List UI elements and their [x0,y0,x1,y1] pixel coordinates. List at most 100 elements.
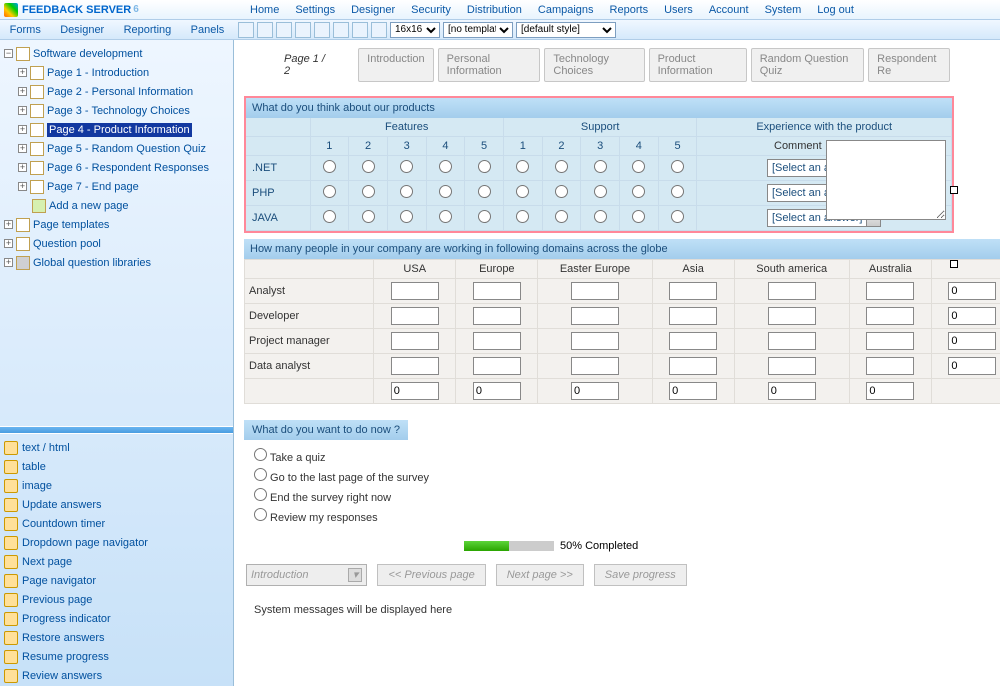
tree-root[interactable]: −Software development [4,44,229,63]
palette-previous-page[interactable]: Previous page [4,590,229,609]
q1-radio[interactable] [362,185,375,198]
q2-input[interactable] [768,282,816,300]
q1-radio[interactable] [323,185,336,198]
save-progress-button[interactable]: Save progress [594,564,687,586]
expand-icon[interactable]: + [18,87,27,96]
tool-expand-icon[interactable] [238,22,254,38]
tree-page-4[interactable]: +Page 4 - Product Information [4,120,229,139]
subnav-forms[interactable]: Forms [10,24,41,36]
q3-radio[interactable] [254,448,267,461]
q2-col-total[interactable] [768,382,816,400]
nav-security[interactable]: Security [411,4,451,16]
q2-row-total[interactable] [948,282,996,300]
q1-radio[interactable] [594,185,607,198]
palette-resume-progress[interactable]: Resume progress [4,647,229,666]
q1-radio[interactable] [478,160,491,173]
q1-radio[interactable] [671,210,684,223]
nav-users[interactable]: Users [664,4,693,16]
q2-col-total[interactable] [571,382,619,400]
tree-page-1[interactable]: +Page 1 - Introduction [4,63,229,82]
q1-radio[interactable] [362,160,375,173]
expand-icon[interactable]: + [18,144,27,153]
q3-radio[interactable] [254,468,267,481]
palette-table[interactable]: table [4,457,229,476]
q1-radio[interactable] [439,210,452,223]
q1-radio[interactable] [671,160,684,173]
q3-option[interactable]: Take a quiz [254,446,990,466]
palette-review-answers[interactable]: Review answers [4,666,229,685]
expand-icon[interactable]: + [4,258,13,267]
q1-radio[interactable] [516,185,529,198]
q2-col-total[interactable] [391,382,439,400]
tree-page-3[interactable]: +Page 3 - Technology Choices [4,101,229,120]
tree-libraries[interactable]: +Global question libraries [4,253,229,272]
q1-radio[interactable] [632,160,645,173]
next-page-button[interactable]: Next page >> [496,564,584,586]
zoom-select[interactable]: 16x16 [390,22,440,38]
tool-picture-icon[interactable] [314,22,330,38]
nav-campaigns[interactable]: Campaigns [538,4,594,16]
q1-radio[interactable] [400,160,413,173]
q2-input[interactable] [391,357,439,375]
q1-radio[interactable] [632,185,645,198]
tree-templates[interactable]: +Page templates [4,215,229,234]
page-tab[interactable]: Technology Choices [544,48,644,82]
q1-radio[interactable] [516,160,529,173]
panel-splitter[interactable] [0,426,233,434]
tree-page-5[interactable]: +Page 5 - Random Question Quiz [4,139,229,158]
resize-handle[interactable] [950,186,958,194]
subnav-panels[interactable]: Panels [191,24,225,36]
q1-radio[interactable] [555,185,568,198]
tree-page-6[interactable]: +Page 6 - Respondent Responses [4,158,229,177]
q2-col-total[interactable] [866,382,914,400]
q2-input[interactable] [473,357,521,375]
palette-page-navigator[interactable]: Page navigator [4,571,229,590]
palette-text-html[interactable]: text / html [4,438,229,457]
nav-home[interactable]: Home [250,4,279,16]
resize-handle[interactable] [950,260,958,268]
q2-input[interactable] [669,282,717,300]
tool-copy-icon[interactable] [276,22,292,38]
expand-icon[interactable]: + [4,239,13,248]
tool-save-icon[interactable] [257,22,273,38]
q2-input[interactable] [391,332,439,350]
expand-icon[interactable]: + [18,68,27,77]
nav-account[interactable]: Account [709,4,749,16]
q2-col-total[interactable] [669,382,717,400]
q2-input[interactable] [768,307,816,325]
q2-col-total[interactable] [473,382,521,400]
tree-page-2[interactable]: +Page 2 - Personal Information [4,82,229,101]
q3-option[interactable]: End the survey right now [254,486,990,506]
tool-grid-icon[interactable] [295,22,311,38]
style-select[interactable]: [default style] [516,22,616,38]
collapse-icon[interactable]: − [4,49,13,58]
tool-refresh-icon[interactable] [352,22,368,38]
q1-radio[interactable] [323,160,336,173]
q2-input[interactable] [866,282,914,300]
palette-next-page[interactable]: Next page [4,552,229,571]
subnav-designer[interactable]: Designer [60,24,104,36]
q2-input[interactable] [571,332,619,350]
page-tab[interactable]: Introduction [358,48,433,82]
subnav-reporting[interactable]: Reporting [124,24,172,36]
q2-input[interactable] [473,307,521,325]
q1-radio[interactable] [400,185,413,198]
q2-input[interactable] [669,307,717,325]
page-tab[interactable]: Respondent Re [868,48,950,82]
q1-radio[interactable] [362,210,375,223]
q1-radio[interactable] [671,185,684,198]
q1-radio[interactable] [478,185,491,198]
q2-input[interactable] [571,307,619,325]
nav-log-out[interactable]: Log out [817,4,854,16]
nav-system[interactable]: System [765,4,802,16]
tree-add-page[interactable]: Add a new page [4,196,229,215]
nav-reports[interactable]: Reports [610,4,649,16]
nav-designer[interactable]: Designer [351,4,395,16]
palette-image[interactable]: image [4,476,229,495]
q1-radio[interactable] [478,210,491,223]
palette-restore-answers[interactable]: Restore answers [4,628,229,647]
q2-input[interactable] [473,282,521,300]
page-jump-select[interactable]: Introduction▾ [246,564,367,586]
comment-input[interactable] [826,140,946,220]
q1-radio[interactable] [555,160,568,173]
